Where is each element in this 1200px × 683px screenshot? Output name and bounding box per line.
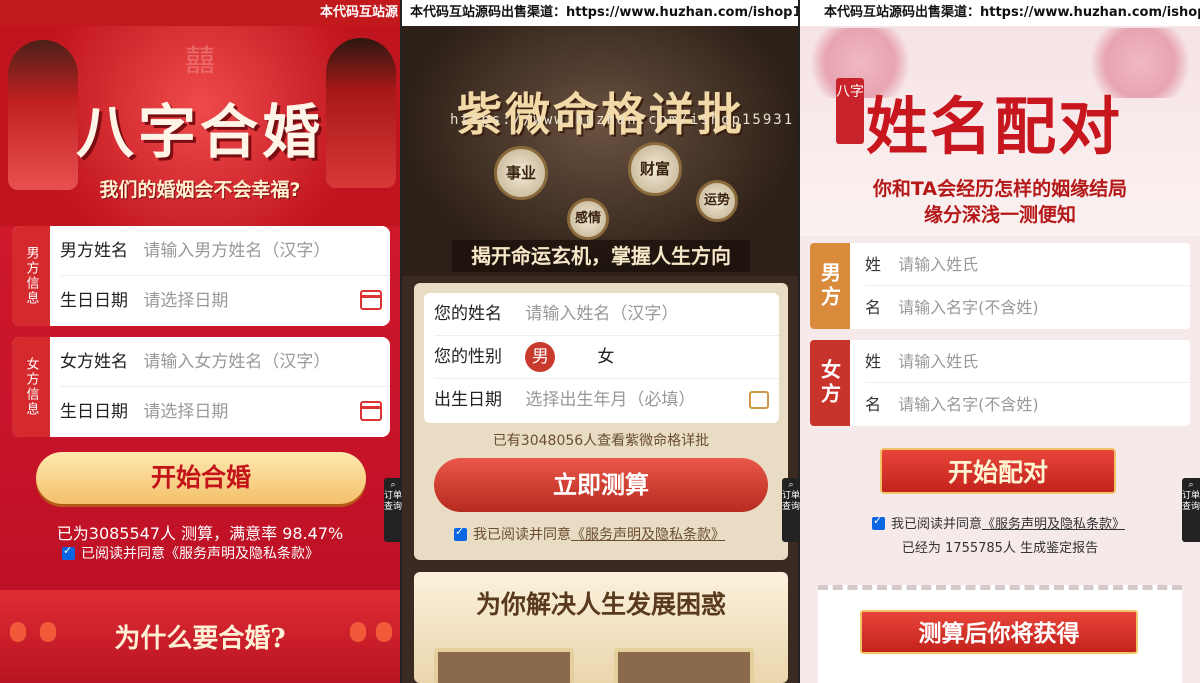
- bazi-seal: 八字: [836, 78, 864, 144]
- surname-label: 姓: [865, 352, 882, 371]
- male-info-tag: 男方信息: [12, 226, 50, 326]
- female-date-input[interactable]: 请选择日期: [143, 402, 228, 422]
- female-info-tag: 女方信息: [12, 337, 50, 437]
- section-title: 为你解决人生发展困惑: [475, 590, 726, 619]
- female-info-card: 女方信息 女方姓名 请输入女方姓名（汉字） 生日日期 请选择日期: [12, 337, 390, 437]
- gender-female-option[interactable]: 女: [591, 342, 621, 372]
- double-happiness-icon: 囍: [185, 44, 215, 79]
- page-subtitle: 你和TA会经历怎样的姻缘结局: [872, 178, 1128, 200]
- female-name-input[interactable]: 请输入女方姓名（汉字）: [143, 352, 330, 372]
- gender-field: 您的性别 男 女: [434, 336, 779, 379]
- bazi-hehun-page: 本代码互站源 囍 八字合婚 我们的婚姻会不会幸福? 男方信息 男方姓名 请输入男…: [0, 0, 400, 683]
- male-date-label: 生日日期: [60, 291, 128, 311]
- wealth-bubble: 财富: [628, 142, 682, 196]
- agree-checkbox[interactable]: [62, 544, 75, 560]
- female-date-field[interactable]: 生日日期 请选择日期: [60, 387, 390, 437]
- male-name-card: 男方 姓 请输入姓氏 名 请输入名字(不含姓): [810, 243, 1190, 329]
- section-title: 为什么要合婚?: [114, 624, 286, 654]
- start-match-button[interactable]: 开始配对: [880, 448, 1116, 494]
- order-query-label: 订单查询: [384, 491, 403, 512]
- birthdate-label: 出生日期: [434, 390, 502, 410]
- page-title: 八字合婚: [75, 98, 324, 166]
- agreement-text: 已阅读并同意《服务声明及隐私条款》: [81, 546, 319, 562]
- page-title: 姓名配对: [866, 90, 1123, 163]
- section-heading-button: 测算后你将获得: [860, 610, 1138, 654]
- female-surname-input[interactable]: 请输入姓氏: [898, 352, 978, 371]
- agreement-row[interactable]: 已阅读并同意《服务声明及隐私条款》: [62, 543, 319, 563]
- ziwei-page: 本代码互站源码出售渠道：https://www.huzhan.com/ishop…: [402, 0, 800, 683]
- tagline: 揭开命运玄机，掌握人生方向: [452, 240, 750, 272]
- agree-checkbox[interactable]: [454, 525, 467, 541]
- name-input[interactable]: 请输入姓名（汉字）: [525, 304, 678, 324]
- stage: 本代码互站源 囍 八字合婚 我们的婚姻会不会幸福? 男方信息 男方姓名 请输入男…: [0, 0, 1200, 683]
- privacy-link[interactable]: 《服务声明及隐私条款》: [571, 527, 725, 543]
- female-tag: 女方: [810, 340, 850, 426]
- birthdate-input[interactable]: 选择出生年月（必填）: [525, 390, 695, 410]
- surname-label: 姓: [865, 255, 882, 274]
- male-surname-input[interactable]: 请输入姓氏: [898, 255, 978, 274]
- male-given-field[interactable]: 名 请输入名字(不含姓): [865, 286, 1190, 329]
- calendar-icon[interactable]: [749, 391, 769, 409]
- fortune-bubble: 运势: [696, 180, 738, 222]
- gender-male-option[interactable]: 男: [525, 342, 556, 372]
- source-banner: 本代码互站源码出售渠道：https://www.huzhan.com/ishop…: [402, 0, 800, 26]
- search-icon: ⌕: [1188, 480, 1194, 490]
- source-banner: 本代码互站源: [0, 0, 400, 26]
- agreement-row[interactable]: 我已阅读并同意《服务声明及隐私条款》: [872, 513, 1125, 532]
- female-name-label: 女方姓名: [60, 352, 128, 372]
- agree-checkbox[interactable]: [872, 514, 885, 530]
- calendar-icon[interactable]: [360, 401, 382, 421]
- male-date-field[interactable]: 生日日期 请选择日期: [60, 276, 390, 326]
- watermark-text: https://www.huzhan.com/ishop15931: [450, 112, 795, 128]
- female-name-card: 女方 姓 请输入姓氏 名 请输入名字(不含姓): [810, 340, 1190, 426]
- stat-text: 已有3048056人查看紫微命格详批: [492, 433, 710, 449]
- male-date-input[interactable]: 请选择日期: [143, 291, 228, 311]
- thumbnail-image: [614, 648, 754, 683]
- agreement-row[interactable]: 我已阅读并同意《服务声明及隐私条款》: [454, 524, 725, 544]
- order-query-label: 订单查询: [782, 491, 801, 512]
- female-given-input[interactable]: 请输入名字(不含姓): [898, 395, 1039, 414]
- gender-label: 您的性别: [434, 347, 502, 367]
- name-match-page: 本代码互站源码出售渠道：https://www.huzhan.com/ishop…: [800, 0, 1200, 683]
- order-query-tab[interactable]: ⌕ 订单查询: [1182, 478, 1200, 542]
- female-name-field[interactable]: 女方姓名 请输入女方姓名（汉字）: [60, 337, 390, 387]
- given-label: 名: [865, 395, 882, 414]
- agreement-prefix: 我已阅读并同意: [473, 527, 571, 543]
- female-given-field[interactable]: 名 请输入名字(不含姓): [865, 383, 1190, 426]
- male-tag: 男方: [810, 243, 850, 329]
- page-subtitle-2: 缘分深浅一测便知: [923, 204, 1076, 226]
- female-date-label: 生日日期: [60, 402, 128, 422]
- name-label: 您的姓名: [434, 304, 502, 324]
- calculate-now-button[interactable]: 立即测算: [434, 458, 768, 512]
- agreement-prefix: 我已阅读并同意: [891, 517, 983, 532]
- source-banner: 本代码互站源码出售渠道：https://www.huzhan.com/ishop…: [800, 0, 1200, 26]
- stat-text: 已经为 1755785人 生成鉴定报告: [901, 541, 1099, 556]
- order-query-tab[interactable]: ⌕ 订单查询: [384, 478, 402, 542]
- order-query-label: 订单查询: [1182, 491, 1200, 512]
- stat-text: 已为3085547人 测算，满意率 98.47%: [56, 524, 344, 543]
- male-given-input[interactable]: 请输入名字(不含姓): [898, 298, 1039, 317]
- name-field[interactable]: 您的姓名 请输入姓名（汉字）: [434, 293, 779, 336]
- career-bubble: 事业: [494, 146, 548, 200]
- birthdate-field[interactable]: 出生日期 选择出生年月（必填）: [434, 379, 779, 422]
- hero-banner: [402, 26, 800, 276]
- birth-form: 您的姓名 请输入姓名（汉字） 您的性别 男 女 出生日期 选择出生年月（必填）: [424, 293, 779, 423]
- male-name-field[interactable]: 男方姓名 请输入男方姓名（汉字）: [60, 226, 390, 276]
- male-name-input[interactable]: 请输入男方姓名（汉字）: [143, 241, 330, 261]
- male-name-label: 男方姓名: [60, 241, 128, 261]
- female-surname-field[interactable]: 姓 请输入姓氏: [865, 340, 1190, 383]
- male-info-card: 男方信息 男方姓名 请输入男方姓名（汉字） 生日日期 请选择日期: [12, 226, 390, 326]
- thumbnail-image: [434, 648, 574, 683]
- calendar-icon[interactable]: [360, 290, 382, 310]
- search-icon: ⌕: [788, 480, 794, 490]
- male-surname-field[interactable]: 姓 请输入姓氏: [865, 243, 1190, 286]
- privacy-link[interactable]: 《服务声明及隐私条款》: [982, 517, 1125, 532]
- search-icon: ⌕: [390, 480, 396, 490]
- start-hehun-button[interactable]: 开始合婚: [36, 452, 366, 504]
- page-title: 紫微命格详批: [456, 88, 745, 141]
- order-query-tab[interactable]: ⌕ 订单查询: [782, 478, 800, 542]
- given-label: 名: [865, 298, 882, 317]
- love-bubble: 感情: [567, 198, 609, 240]
- page-subtitle: 我们的婚姻会不会幸福?: [99, 179, 301, 201]
